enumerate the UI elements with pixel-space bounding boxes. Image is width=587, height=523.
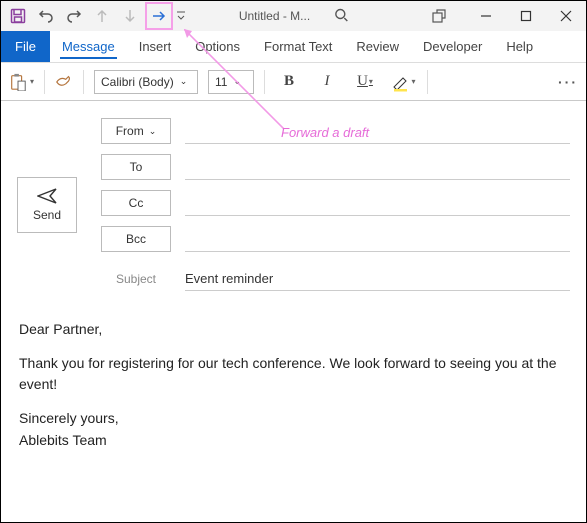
tab-insert[interactable]: Insert	[127, 31, 184, 62]
ribbon-overflow-button[interactable]: ···	[558, 74, 578, 90]
chevron-down-icon: ⌄	[233, 76, 241, 87]
to-field[interactable]	[185, 154, 570, 180]
subject-label: Subject	[101, 272, 171, 286]
body-paragraph: Sincerely yours,	[19, 408, 568, 428]
from-button[interactable]: From⌄	[101, 118, 171, 144]
font-size-value: 11	[215, 75, 227, 89]
cc-button[interactable]: Cc	[101, 190, 171, 216]
font-size-select[interactable]: 11 ⌄	[208, 70, 254, 94]
divider	[427, 70, 428, 94]
divider	[44, 70, 45, 94]
minimize-button[interactable]	[466, 1, 506, 31]
from-field[interactable]	[185, 118, 570, 144]
quick-access-toolbar	[1, 1, 187, 31]
tab-message[interactable]: Message	[50, 31, 127, 62]
window-title: Untitled - M...	[239, 9, 310, 23]
send-label: Send	[33, 208, 61, 222]
underline-button[interactable]: U▾	[351, 69, 379, 95]
paste-button[interactable]: ▾	[9, 73, 34, 91]
redo-icon[interactable]	[61, 3, 87, 29]
message-header: Send From⌄ To Cc	[1, 101, 586, 305]
message-body[interactable]: Dear Partner, Thank you for registering …	[1, 305, 586, 478]
bold-button[interactable]: B	[275, 69, 303, 95]
divider	[83, 70, 84, 94]
forward-icon[interactable]	[145, 2, 173, 30]
bcc-field[interactable]	[185, 226, 570, 252]
highlighter-button[interactable]: ▾	[389, 69, 417, 95]
italic-button[interactable]: I	[313, 69, 341, 95]
title-bar: Untitled - M...	[1, 1, 586, 31]
body-paragraph: Thank you for registering for our tech c…	[19, 353, 568, 394]
bcc-button[interactable]: Bcc	[101, 226, 171, 252]
previous-item-icon[interactable]	[89, 3, 115, 29]
qat-customize-icon[interactable]	[175, 11, 187, 21]
font-name-value: Calibri (Body)	[101, 75, 174, 89]
window-title-area: Untitled - M...	[239, 8, 348, 25]
chevron-down-icon: ⌄	[180, 76, 188, 87]
search-icon[interactable]	[334, 8, 348, 25]
ribbon-commands: ▾ Calibri (Body) ⌄ 11 ⌄ B I U▾ ▾ ···	[1, 63, 586, 101]
undo-icon[interactable]	[33, 3, 59, 29]
subject-input[interactable]	[185, 267, 570, 291]
tab-help[interactable]: Help	[494, 31, 545, 62]
cc-field[interactable]	[185, 190, 570, 216]
tab-review[interactable]: Review	[344, 31, 411, 62]
body-paragraph: Dear Partner,	[19, 319, 568, 339]
maximize-button[interactable]	[506, 1, 546, 31]
next-item-icon[interactable]	[117, 3, 143, 29]
close-button[interactable]	[546, 1, 586, 31]
divider	[264, 70, 265, 94]
outlook-compose-window: Untitled - M... File Message Insert Opti…	[0, 0, 587, 523]
send-button[interactable]: Send	[17, 177, 77, 233]
tab-format-text[interactable]: Format Text	[252, 31, 344, 62]
format-painter-button[interactable]	[55, 73, 73, 91]
save-icon[interactable]	[5, 3, 31, 29]
body-paragraph: Ablebits Team	[19, 430, 568, 450]
font-name-select[interactable]: Calibri (Body) ⌄	[94, 70, 198, 94]
tab-developer[interactable]: Developer	[411, 31, 494, 62]
tab-options[interactable]: Options	[183, 31, 252, 62]
popout-icon[interactable]	[424, 1, 454, 31]
to-button[interactable]: To	[101, 154, 171, 180]
window-controls	[466, 1, 586, 31]
ribbon-tabs: File Message Insert Options Format Text …	[1, 31, 586, 63]
tab-file[interactable]: File	[1, 31, 50, 62]
